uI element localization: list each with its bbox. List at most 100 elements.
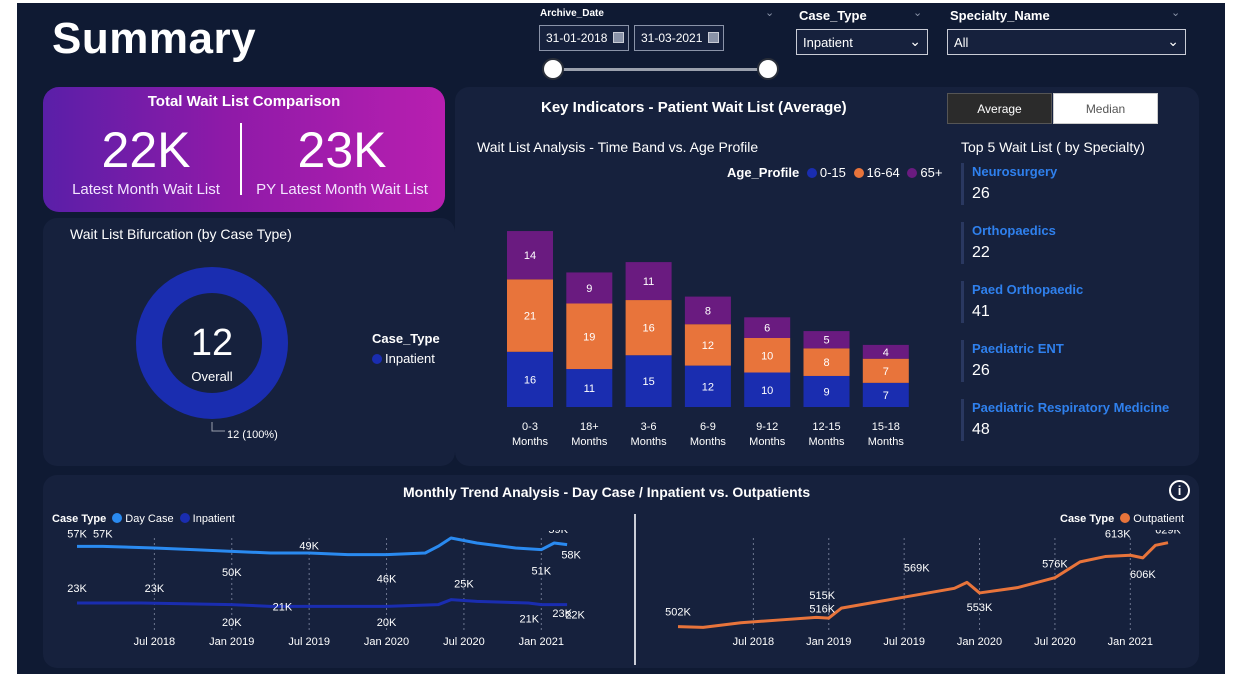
case-type-dropdown[interactable]: Inpatient ⌄ (796, 29, 928, 55)
latest-month-value: 22K (101, 122, 191, 178)
top5-item-name: Neurosurgery (972, 164, 1058, 179)
data-label: 23K (145, 583, 165, 595)
bar-category-label: 0-3 (522, 421, 538, 433)
top5-item-value: 26 (972, 185, 990, 202)
x-tick-label: Jan 2019 (806, 636, 851, 648)
data-label: 553K (967, 602, 993, 614)
top5-item-accent (961, 340, 964, 382)
page-title: Summary (52, 14, 257, 63)
data-label: 21K (520, 613, 540, 625)
archive-date-label: Archive_Date (540, 8, 604, 19)
bar-data-label: 16 (642, 323, 654, 335)
bar-data-label: 9 (586, 283, 592, 295)
bar-data-label: 7 (883, 390, 889, 402)
bar-data-label: 15 (642, 376, 654, 388)
x-tick-label: Jul 2018 (134, 636, 176, 648)
data-label: 49K (299, 541, 319, 553)
py-month-label: PY Latest Month Wait List (256, 181, 428, 198)
top5-item-name: Paediatric Respiratory Medicine (972, 400, 1170, 415)
x-tick-label: Jan 2020 (957, 636, 1002, 648)
trend-divider (634, 514, 636, 665)
bar-category-label: Months (571, 436, 608, 448)
x-tick-label: Jan 2021 (1108, 636, 1153, 648)
date-slider-start-handle[interactable] (542, 58, 564, 80)
chevron-down-icon[interactable]: ⌄ (765, 6, 774, 19)
bar-data-label: 11 (584, 383, 595, 395)
top5-item-value: 22 (972, 244, 990, 261)
x-tick-label: Jul 2018 (733, 636, 775, 648)
data-label: 629K (1155, 530, 1181, 537)
wait-list-bar-chart: 16 21 14 0-3 Months 11 19 9 18+ Months 15 16 11 3-6 Mo… (507, 231, 909, 448)
legend-label-day-case: Day Case (125, 513, 174, 525)
bar-category-label: Months (512, 436, 549, 448)
data-label: 57K (67, 530, 87, 540)
series-line (77, 598, 568, 608)
bar-category-label: Months (690, 436, 727, 448)
legend-dot-0-15 (806, 168, 817, 178)
series-line (77, 536, 568, 557)
data-label: 606K (1130, 569, 1156, 581)
data-label: 25K (454, 579, 474, 591)
bar-category-label: Months (749, 436, 786, 448)
date-to-input[interactable]: 31-03-2021 (634, 25, 724, 51)
top5-item-name: Paed Orthopaedic (972, 282, 1084, 297)
day-inpatient-trend-chart: Jul 2018 Jan 2019 Jul 2019 Jan 2020 Jul 2020… (67, 530, 585, 648)
donut-legend-title: Case_Type (372, 331, 440, 346)
chevron-down-icon: ⌄ (1167, 33, 1179, 49)
bar-category-label: 18+ (580, 421, 599, 433)
average-toggle-button[interactable]: Average (947, 93, 1052, 124)
specialty-label: Specialty_Name (950, 8, 1050, 23)
right-legend-title: Case Type (1060, 513, 1115, 525)
donut-leader-line (211, 422, 225, 432)
date-slider-end-handle[interactable] (757, 58, 779, 80)
date-from-value: 31-01-2018 (546, 31, 608, 45)
latest-month-label: Latest Month Wait List (72, 181, 220, 198)
bar-category-label: 12-15 (812, 421, 840, 433)
date-from-input[interactable]: 31-01-2018 (539, 25, 629, 51)
series-line (677, 541, 1169, 629)
data-label: 21K (273, 601, 293, 613)
bar-data-label: 14 (524, 250, 536, 262)
bar-data-label: 6 (764, 323, 770, 335)
data-label: 569K (904, 562, 930, 574)
bar-data-label: 8 (823, 357, 829, 369)
bar-data-label: 9 (823, 386, 829, 398)
legend-dot-inpatient (372, 354, 382, 364)
specialty-dropdown[interactable]: All ⌄ (947, 29, 1186, 55)
bar-category-label: 9-12 (756, 421, 778, 433)
py-month-value: 23K (297, 122, 387, 178)
bar-category-label: 6-9 (700, 421, 716, 433)
chevron-down-icon[interactable]: ⌄ (1171, 6, 1180, 19)
bar-data-label: 7 (883, 366, 889, 378)
top5-item-value: 26 (972, 362, 990, 379)
key-indicators-title: Key Indicators - Patient Wait List (Aver… (541, 99, 847, 116)
info-icon[interactable]: i (1169, 480, 1190, 501)
legend-label-outpatient: Outpatient (1133, 513, 1185, 525)
age-legend-title: Age_Profile (727, 165, 800, 180)
data-label: 58K (561, 550, 581, 562)
top5-item-accent (961, 222, 964, 264)
outpatient-trend-chart: Jul 2018 Jan 2019 Jul 2019 Jan 2020 Jul 2020… (665, 530, 1181, 648)
date-to-value: 31-03-2021 (641, 31, 703, 45)
bar-data-label: 16 (524, 374, 536, 386)
bar-data-label: 10 (761, 350, 773, 362)
bar-data-label: 11 (643, 276, 654, 288)
bar-category-label: 15-18 (872, 421, 900, 433)
calendar-icon[interactable] (708, 32, 719, 43)
legend-label-0-15: 0-15 (819, 165, 846, 180)
top5-item-value: 48 (972, 421, 990, 438)
x-tick-label: Jul 2020 (1034, 636, 1076, 648)
data-label: 516K (809, 603, 835, 615)
top5-item-accent (961, 281, 964, 323)
data-label: 59K (548, 530, 568, 536)
legend-dot-inpatient (179, 513, 190, 523)
bar-data-label: 19 (583, 331, 595, 343)
x-tick-label: Jul 2019 (883, 636, 925, 648)
bar-category-label: Months (631, 436, 668, 448)
calendar-icon[interactable] (613, 32, 624, 43)
data-label: 20K (222, 617, 242, 629)
chevron-down-icon[interactable]: ⌄ (913, 6, 922, 19)
date-slider-track[interactable] (553, 68, 768, 71)
median-toggle-button[interactable]: Median (1053, 93, 1158, 124)
data-label: 46K (377, 574, 397, 586)
